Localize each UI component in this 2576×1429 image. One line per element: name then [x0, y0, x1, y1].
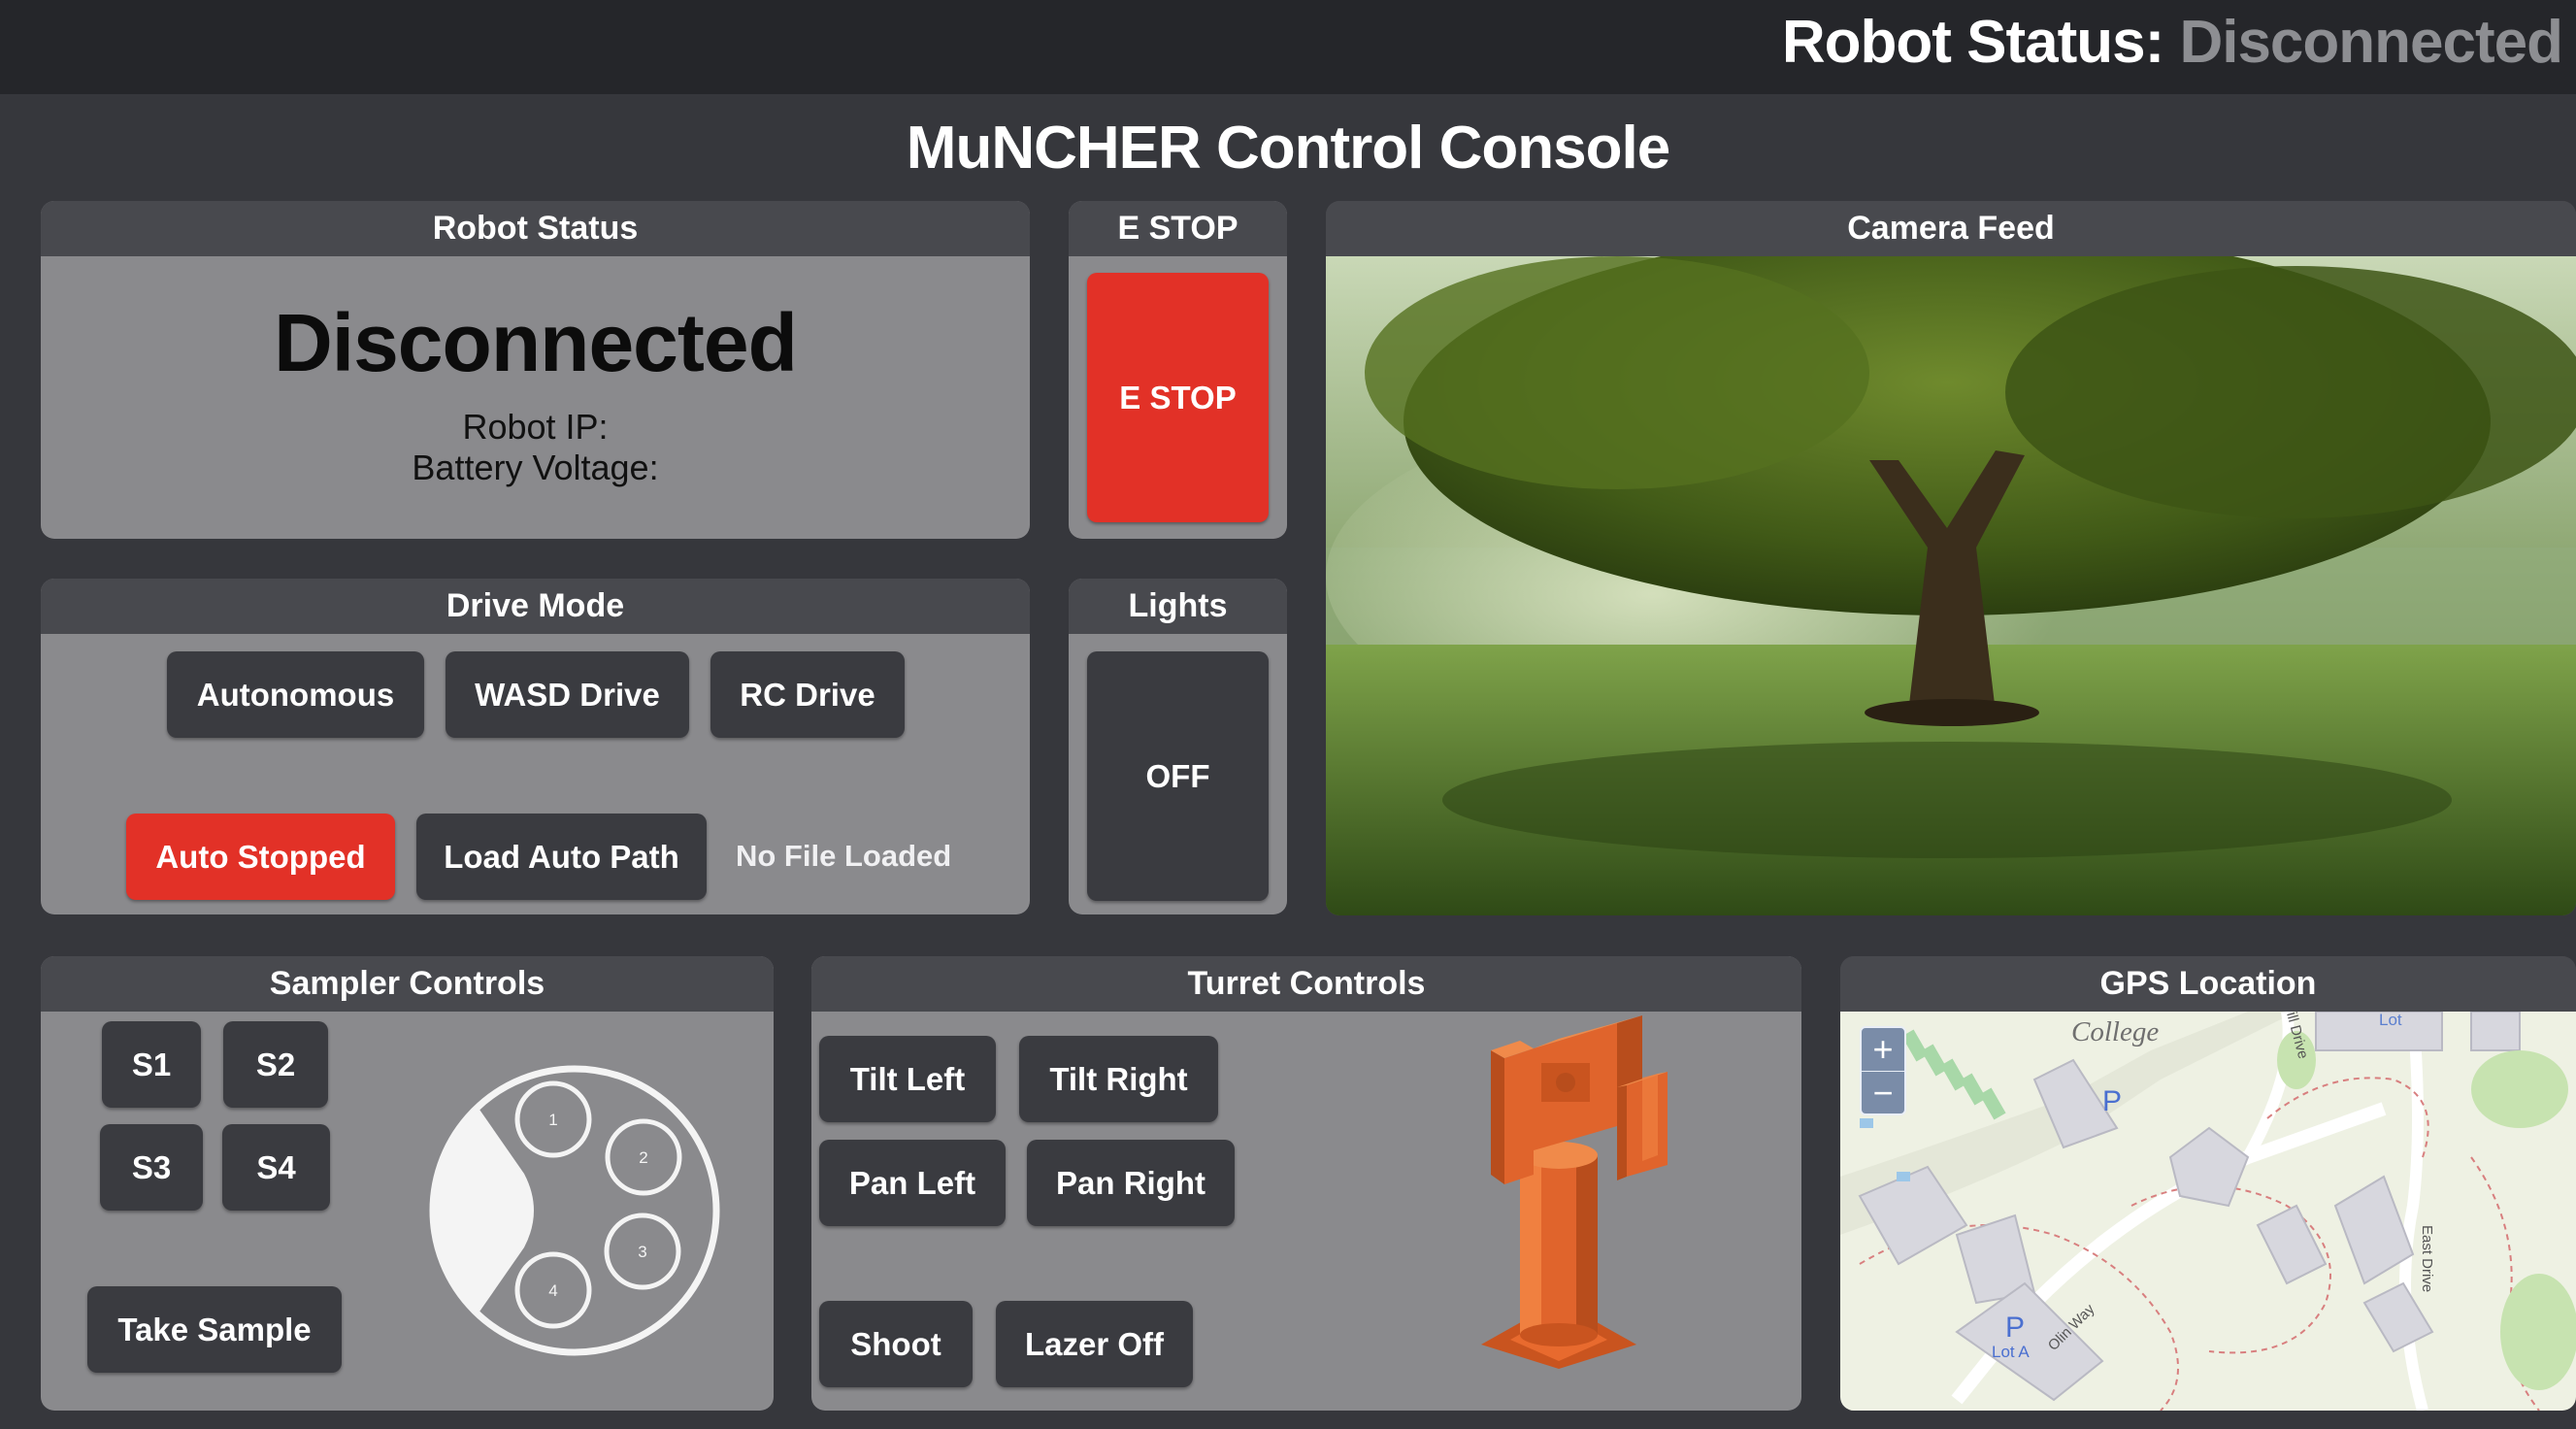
gps-map: College Lot P P Lot A Olin Way East Driv…: [1840, 1012, 2576, 1411]
robot-status-panel: Robot Status Disconnected Robot IP: Batt…: [41, 201, 1030, 539]
map-label-parking-1: P: [2102, 1085, 2122, 1117]
estop-header: E STOP: [1069, 201, 1287, 256]
camera-feed-image: [1326, 256, 2576, 915]
camera-feed-header: Camera Feed: [1326, 201, 2576, 256]
turret-controls-panel: Turret Controls Tilt Left Tilt Right Pan…: [811, 956, 1801, 1411]
gps-location-header: GPS Location: [1840, 956, 2576, 1012]
sampler-s3-button[interactable]: S3: [100, 1124, 203, 1211]
tilt-right-button[interactable]: Tilt Right: [1019, 1036, 1218, 1122]
autonomous-button[interactable]: Autonomous: [167, 651, 424, 738]
sampler-controls-panel: Sampler Controls S1 S2 S3 S4 Take Sample…: [41, 956, 774, 1411]
battery-voltage-label: Battery Voltage:: [412, 448, 659, 487]
map-label-parking-2: P: [2005, 1312, 2025, 1344]
sampler-s2-button[interactable]: S2: [223, 1021, 328, 1108]
take-sample-button[interactable]: Take Sample: [87, 1286, 342, 1373]
sampler-controls-header: Sampler Controls: [41, 956, 774, 1012]
turret-controls-header: Turret Controls: [811, 956, 1801, 1012]
file-status-label: No File Loaded: [736, 839, 952, 873]
map-label-lot-top: Lot: [2379, 1012, 2402, 1029]
map-label-college: College: [2071, 1016, 2159, 1047]
load-auto-path-button[interactable]: Load Auto Path: [416, 814, 707, 900]
tilt-left-button[interactable]: Tilt Left: [819, 1036, 996, 1122]
lights-toggle-button[interactable]: OFF: [1087, 651, 1269, 901]
map-zoom-in-button[interactable]: +: [1862, 1028, 1904, 1071]
top-status-label: Robot Status:: [1781, 9, 2164, 76]
lights-panel: Lights OFF: [1069, 579, 1287, 914]
sampler-s1-button[interactable]: S1: [102, 1021, 201, 1108]
drive-mode-panel: Drive Mode Autonomous WASD Drive RC Driv…: [41, 579, 1030, 914]
page-title: MuNCHER Control Console: [906, 115, 1670, 182]
slot-label-3: 3: [638, 1243, 646, 1261]
map-label-lot-a: Lot A: [1992, 1343, 2030, 1361]
top-status: Robot Status: Disconnected: [1781, 8, 2563, 77]
map-zoom-out-button[interactable]: −: [1862, 1071, 1904, 1114]
robot-status-header: Robot Status: [41, 201, 1030, 256]
gps-location-panel: GPS Location College Lot P P Lot A Olin …: [1840, 956, 2576, 1411]
slot-label-4: 4: [548, 1281, 557, 1300]
sampler-carousel-diagram: 1 2 3 4: [429, 1065, 720, 1356]
auto-stopped-button[interactable]: Auto Stopped: [126, 814, 395, 900]
shoot-button[interactable]: Shoot: [819, 1301, 973, 1387]
robot-ip-label: Robot IP:: [462, 407, 609, 447]
map-label-east-drive: East Drive: [2419, 1225, 2435, 1292]
pan-right-button[interactable]: Pan Right: [1027, 1140, 1235, 1226]
slot-label-2: 2: [639, 1148, 647, 1167]
top-bar: Robot Status: Disconnected: [0, 0, 2576, 94]
slot-label-1: 1: [548, 1111, 557, 1129]
estop-button[interactable]: E STOP: [1087, 273, 1269, 522]
rc-drive-button[interactable]: RC Drive: [710, 651, 905, 738]
drive-mode-header: Drive Mode: [41, 579, 1030, 634]
top-status-value: Disconnected: [2179, 9, 2563, 76]
camera-feed-panel: Camera Feed: [1326, 201, 2576, 915]
console-main: MuNCHER Control Console Robot Status Dis…: [0, 94, 2576, 1429]
turret-3d-model: [1481, 1015, 1668, 1369]
lights-header: Lights: [1069, 579, 1287, 634]
map-zoom-control: + −: [1860, 1026, 1906, 1115]
robot-status-state: Disconnected: [274, 297, 798, 388]
lazer-toggle-button[interactable]: Lazer Off: [996, 1301, 1193, 1387]
pan-left-button[interactable]: Pan Left: [819, 1140, 1006, 1226]
wasd-drive-button[interactable]: WASD Drive: [446, 651, 689, 738]
estop-panel: E STOP E STOP: [1069, 201, 1287, 539]
sampler-s4-button[interactable]: S4: [222, 1124, 330, 1211]
